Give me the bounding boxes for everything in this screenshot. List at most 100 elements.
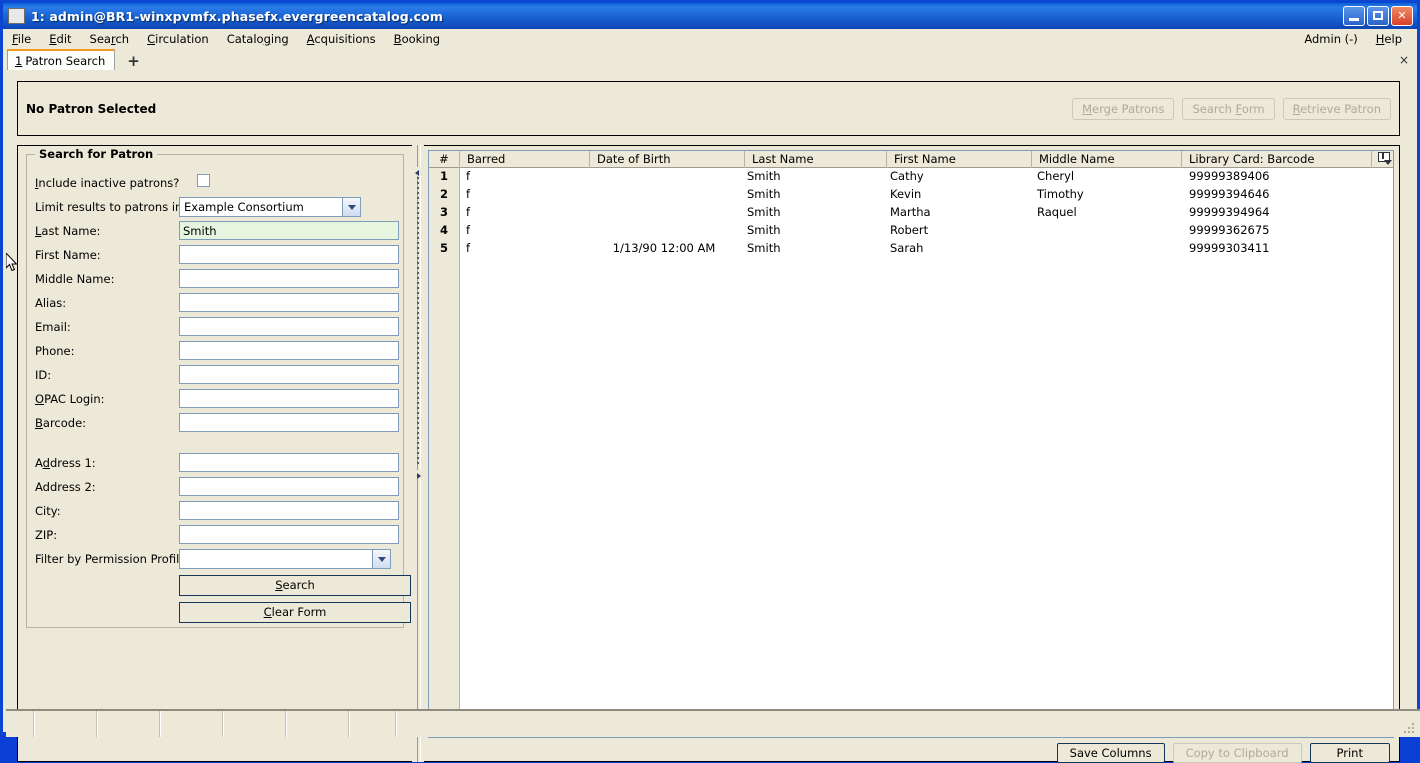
menu-search[interactable]: Search (81, 31, 139, 47)
cell-first: Robert (890, 223, 929, 237)
menu-help[interactable]: Help (1367, 31, 1411, 47)
clear-form-button[interactable]: Clear Form (179, 602, 411, 623)
cell-dob (589, 204, 739, 222)
table-row[interactable]: 5 f 1/13/90 12:00 AM Smith Sarah 9999930… (429, 240, 1393, 258)
maximize-button[interactable] (1367, 6, 1389, 26)
cell-last: Smith (747, 187, 781, 201)
column-header-barcode[interactable]: Library Card: Barcode (1181, 151, 1371, 168)
label-address-2: Address 2: (35, 480, 96, 494)
column-header-middle[interactable]: Middle Name (1031, 151, 1181, 168)
label-address-1: Address 1: (35, 456, 96, 470)
limit-results-org-value: Example Consortium (184, 200, 304, 214)
cell-middle (1037, 222, 1182, 240)
last-name-input[interactable] (179, 221, 399, 240)
cell-barred: f (466, 187, 471, 201)
search-button[interactable]: Search (179, 575, 411, 596)
close-tab-icon[interactable]: × (1399, 53, 1409, 67)
cell-middle: Timothy (1037, 187, 1084, 201)
search-fieldset: Search for Patron Include inactive patro… (26, 147, 411, 628)
chevron-down-icon (372, 550, 390, 568)
print-button[interactable]: Print (1309, 743, 1390, 763)
menu-acquisitions[interactable]: Acquisitions (298, 31, 385, 47)
cell-barcode: 99999303411 (1189, 241, 1270, 255)
alias-input[interactable] (179, 293, 399, 312)
column-header-barred[interactable]: Barred (459, 151, 589, 168)
table-row[interactable]: 3 f Smith Martha Raquel 99999394964 (429, 204, 1393, 222)
label-email: Email: (35, 320, 71, 334)
address-1-input[interactable] (179, 453, 399, 472)
zip-input[interactable] (179, 525, 399, 544)
retrieve-patron-button[interactable]: Retrieve Patron (1282, 97, 1391, 120)
table-row[interactable]: 4 f Smith Robert 99999362675 (429, 222, 1393, 240)
permission-profile-select[interactable] (179, 549, 391, 569)
copy-to-clipboard-button[interactable]: Copy to Clipboard (1172, 743, 1302, 763)
application-window: 1: admin@BR1-winxpvmfx.phasefx.evergreen… (0, 0, 1420, 763)
tab-patron-search[interactable]: 1 Patron Search (7, 49, 116, 70)
patron-summary-band: No Patron Selected Merge Patrons Search … (17, 81, 1400, 136)
save-columns-button[interactable]: Save Columns (1056, 743, 1165, 763)
cell-barred: f (466, 241, 471, 255)
opac-login-input[interactable] (179, 389, 399, 408)
column-header-first[interactable]: First Name (886, 151, 1031, 168)
status-segment-3 (98, 711, 161, 737)
column-header-dob[interactable]: Date of Birth (589, 151, 744, 168)
label-permission-profile: Filter by Permission Profile: (35, 552, 191, 566)
column-header-last[interactable]: Last Name (744, 151, 886, 168)
splitter-collapse-right-icon[interactable] (414, 470, 422, 479)
label-barcode: Barcode: (35, 416, 87, 430)
column-picker-icon[interactable] (1377, 151, 1392, 166)
cell-last: Smith (747, 241, 781, 255)
status-segment-4 (161, 711, 224, 737)
cell-barcode: 99999362675 (1189, 223, 1270, 237)
menu-admin[interactable]: Admin (-) (1295, 31, 1366, 47)
label-limit-results: Limit results to patrons in (35, 200, 183, 214)
cell-barred: f (466, 223, 471, 237)
menu-booking[interactable]: Booking (385, 31, 449, 47)
panel-splitter[interactable] (412, 145, 424, 762)
new-tab-button[interactable]: + (123, 54, 144, 69)
cell-first: Kevin (890, 187, 922, 201)
resize-grip-icon[interactable] (1402, 721, 1416, 735)
limit-results-org-select[interactable]: Example Consortium (179, 197, 361, 217)
menu-cataloging[interactable]: Cataloging (218, 31, 298, 47)
splitter-grip-dots (417, 177, 419, 467)
search-form-button[interactable]: Search Form (1182, 97, 1275, 120)
middle-name-input[interactable] (179, 269, 399, 288)
search-fieldset-legend: Search for Patron (35, 147, 158, 161)
grid-header-row: # Barred Date of Birth Last Name First N… (429, 151, 1393, 168)
column-header-num[interactable]: # (429, 151, 459, 168)
column-picker-cell[interactable] (1371, 151, 1393, 168)
label-city: City: (35, 504, 61, 518)
city-input[interactable] (179, 501, 399, 520)
label-include-inactive: Include inactive patrons? (35, 176, 180, 190)
menu-circulation[interactable]: Circulation (138, 31, 218, 47)
first-name-input[interactable] (179, 245, 399, 264)
cell-last: Smith (747, 223, 781, 237)
address-2-input[interactable] (179, 477, 399, 496)
menu-file[interactable]: File (3, 31, 40, 47)
barcode-input[interactable] (179, 413, 399, 432)
search-form-panel: Search for Patron Include inactive patro… (17, 145, 412, 762)
label-id: ID: (35, 368, 52, 382)
cell-first: Martha (890, 205, 931, 219)
table-row[interactable]: 2 f Smith Kevin Timothy 99999394646 (429, 186, 1393, 204)
cell-middle: Raquel (1037, 205, 1077, 219)
table-row[interactable]: 1 f Smith Cathy Cheryl 99999389406 (429, 168, 1393, 186)
close-button[interactable]: ✕ (1391, 6, 1413, 26)
minimize-button[interactable] (1343, 6, 1365, 26)
label-alias: Alias: (35, 296, 67, 310)
phone-input[interactable] (179, 341, 399, 360)
cell-dob (589, 186, 739, 204)
include-inactive-checkbox[interactable] (197, 174, 210, 187)
merge-patrons-button[interactable]: Merge Patrons (1072, 97, 1175, 120)
mouse-cursor (6, 253, 18, 272)
status-segment-1 (6, 711, 35, 737)
email-input[interactable] (179, 317, 399, 336)
patron-status-label: No Patron Selected (26, 101, 157, 116)
patron-band-buttons: Merge Patrons Search Form Retrieve Patro… (1064, 97, 1391, 120)
menu-edit[interactable]: Edit (40, 31, 80, 47)
id-input[interactable] (179, 365, 399, 384)
splitter-collapse-left-icon[interactable] (414, 167, 422, 176)
tab-strip: 1 Patron Search + × (3, 48, 1417, 70)
label-zip: ZIP: (35, 528, 58, 542)
